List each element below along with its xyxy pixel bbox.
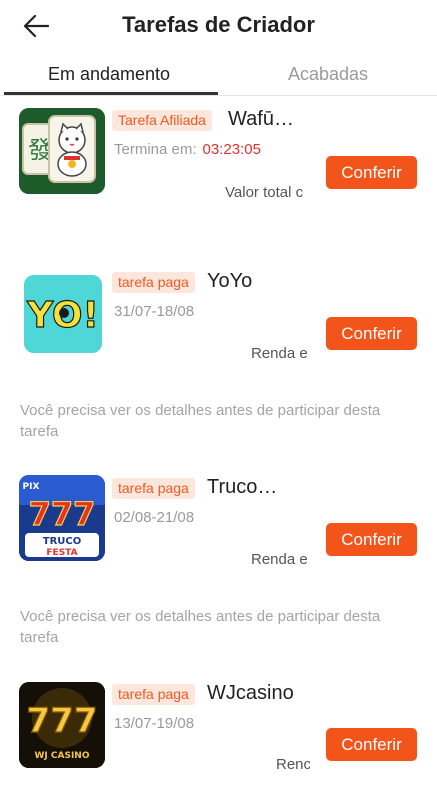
- task-thumbnail: YO!: [24, 275, 102, 353]
- task-item[interactable]: 777 WJ CASINO tarefa paga WJcasino 13/07…: [0, 682, 437, 800]
- yoyo-logo-icon: YO!: [24, 275, 102, 353]
- deadline-label: Termina em: [114, 141, 193, 158]
- tab-acabadas[interactable]: Acabadas: [219, 60, 437, 94]
- task-name: Wafū…: [228, 108, 294, 130]
- tabs-divider: [0, 95, 437, 96]
- conferir-button[interactable]: Conferir: [326, 317, 417, 350]
- reward-label: Renda e: [251, 551, 308, 568]
- task-badge: Tarefa Afiliada: [112, 110, 212, 131]
- deadline-colon: :: [192, 141, 197, 158]
- task-dates: 31/07-18/08: [114, 303, 195, 320]
- header: Tarefas de Criador: [0, 0, 437, 56]
- wjcasino-icon: 777 WJ CASINO: [19, 682, 105, 768]
- reward-label: Renda e: [251, 345, 308, 362]
- task-name: YoYo: [207, 270, 253, 292]
- conferir-button[interactable]: Conferir: [326, 523, 417, 556]
- task-badge: tarefa paga: [112, 478, 195, 499]
- wjcasino-text: WJ CASINO: [35, 751, 90, 761]
- task-item[interactable]: PIX 777 TRUCO FESTA tarefa paga Truco… 0…: [0, 475, 437, 648]
- festa-text: FESTA: [46, 548, 77, 558]
- mahjong-lucky-cat-icon: 發: [19, 108, 105, 194]
- task-badge: tarefa paga: [112, 684, 195, 705]
- task-thumbnail: 777 WJ CASINO: [19, 682, 105, 768]
- task-name: WJcasino: [207, 682, 294, 704]
- task-deadline: Termina em: 03:23:05: [114, 141, 261, 158]
- countdown-timer: 03:23:05: [202, 141, 261, 158]
- task-name: Truco…: [207, 476, 278, 498]
- task-notice: Você precisa ver os detalhes antes de pa…: [20, 402, 381, 440]
- page-title: Tarefas de Criador: [122, 12, 315, 37]
- task-item[interactable]: YO! tarefa paga YoYo 31/07-18/08 Conferi…: [0, 270, 437, 442]
- task-dates: 02/08-21/08: [114, 509, 195, 526]
- tab-em-andamento[interactable]: Em andamento: [0, 60, 218, 94]
- sevens-text: 777: [27, 701, 98, 741]
- task-thumbnail: PIX 777 TRUCO FESTA: [19, 475, 105, 561]
- tab-bar: Em andamento Acabadas: [0, 56, 437, 96]
- truco-festa-icon: PIX 777 TRUCO FESTA: [19, 475, 105, 561]
- conferir-button[interactable]: Conferir: [326, 728, 417, 761]
- task-dates: 13/07-19/08: [114, 715, 195, 732]
- task-badge: tarefa paga: [112, 272, 195, 293]
- conferir-button[interactable]: Conferir: [326, 156, 417, 189]
- task-item[interactable]: 發 Tarefa Afiliada Wafū… Termina em: 03:23…: [0, 108, 437, 210]
- truco-text: TRUCO: [43, 536, 81, 547]
- reward-label: Valor total c: [225, 184, 304, 201]
- sevens-text: 777: [29, 495, 96, 533]
- task-thumbnail: 發: [19, 108, 105, 194]
- pix-label: PIX: [23, 482, 40, 492]
- reward-label: Renc: [276, 756, 310, 773]
- task-notice: Você precisa ver os detalhes antes de pa…: [20, 608, 381, 646]
